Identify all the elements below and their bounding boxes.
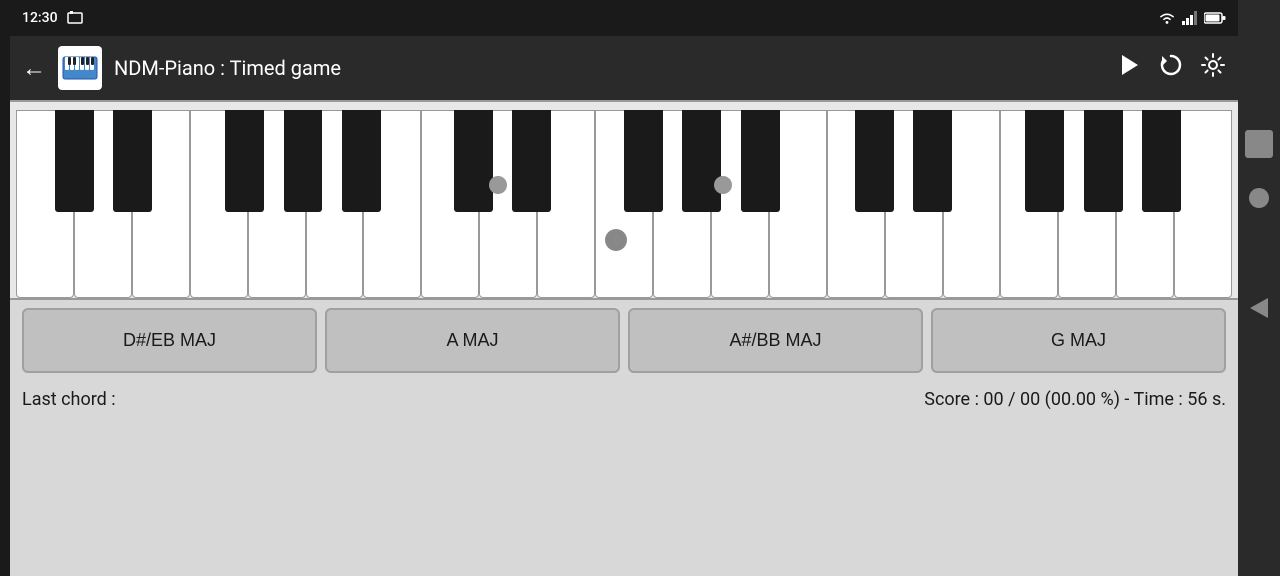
white-key-17[interactable] [943, 110, 1001, 298]
chord-button-1[interactable]: A MAJ [325, 308, 620, 373]
white-key-11[interactable] [595, 110, 653, 298]
score-time-label: Score : 00 / 00 (00.00 %) - Time : 56 s. [924, 389, 1226, 410]
piano-icon [62, 53, 98, 83]
white-key-18[interactable] [1000, 110, 1058, 298]
back-button[interactable]: ← [22, 54, 46, 83]
white-key-3[interactable] [132, 110, 190, 298]
title-actions [1116, 52, 1226, 85]
white-key-13[interactable] [711, 110, 769, 298]
right-triangle-back[interactable] [1250, 298, 1268, 318]
piano-container [10, 100, 1238, 300]
title-bar: ← NDM-Piano : Timed game [10, 36, 1238, 100]
white-key-1[interactable] [16, 110, 74, 298]
white-key-14[interactable] [769, 110, 827, 298]
white-key-8[interactable] [421, 110, 479, 298]
white-key-19[interactable] [1058, 110, 1116, 298]
status-left: 12:30 [22, 10, 84, 26]
white-key-10[interactable] [537, 110, 595, 298]
chord-button-2[interactable]: A#/BB MAJ [628, 308, 923, 373]
chord-button-0[interactable]: D#/EB MAJ [22, 308, 317, 373]
app-icon [58, 46, 102, 90]
sim-icon [66, 11, 84, 25]
white-key-6[interactable] [306, 110, 364, 298]
white-key-15[interactable] [827, 110, 885, 298]
right-button-top[interactable] [1245, 130, 1273, 158]
battery-icon [1204, 12, 1226, 24]
replay-icon [1158, 52, 1184, 78]
white-key-12[interactable] [653, 110, 711, 298]
signal-icon [1182, 11, 1198, 25]
white-key-9[interactable] [479, 110, 537, 298]
white-key-4[interactable] [190, 110, 248, 298]
play-icon [1116, 52, 1142, 78]
chord-button-3[interactable]: G MAJ [931, 308, 1226, 373]
white-key-21[interactable] [1174, 110, 1232, 298]
white-keys [16, 110, 1232, 298]
app-title: NDM-Piano : Timed game [114, 56, 1104, 80]
wifi-icon [1158, 11, 1176, 25]
white-key-7[interactable] [363, 110, 421, 298]
key-dot-2 [714, 176, 732, 194]
game-status: Last chord : Score : 00 / 00 (00.00 %) -… [10, 381, 1238, 418]
settings-button[interactable] [1200, 52, 1226, 85]
white-key-2[interactable] [74, 110, 132, 298]
replay-button[interactable] [1158, 52, 1184, 85]
status-right [1158, 11, 1226, 25]
time-display: 12:30 [22, 10, 58, 26]
last-chord-label: Last chord : [22, 389, 116, 410]
right-circle[interactable] [1249, 188, 1269, 208]
right-panel [1238, 0, 1280, 576]
status-bar: 12:30 [10, 0, 1238, 36]
white-key-16[interactable] [885, 110, 943, 298]
main-content: 12:30 [10, 0, 1238, 576]
white-key-20[interactable] [1116, 110, 1174, 298]
play-button[interactable] [1116, 52, 1142, 85]
left-panel [0, 0, 10, 576]
chord-buttons: D#/EB MAJ A MAJ A#/BB MAJ G MAJ [10, 300, 1238, 381]
settings-icon [1200, 52, 1226, 78]
white-key-5[interactable] [248, 110, 306, 298]
